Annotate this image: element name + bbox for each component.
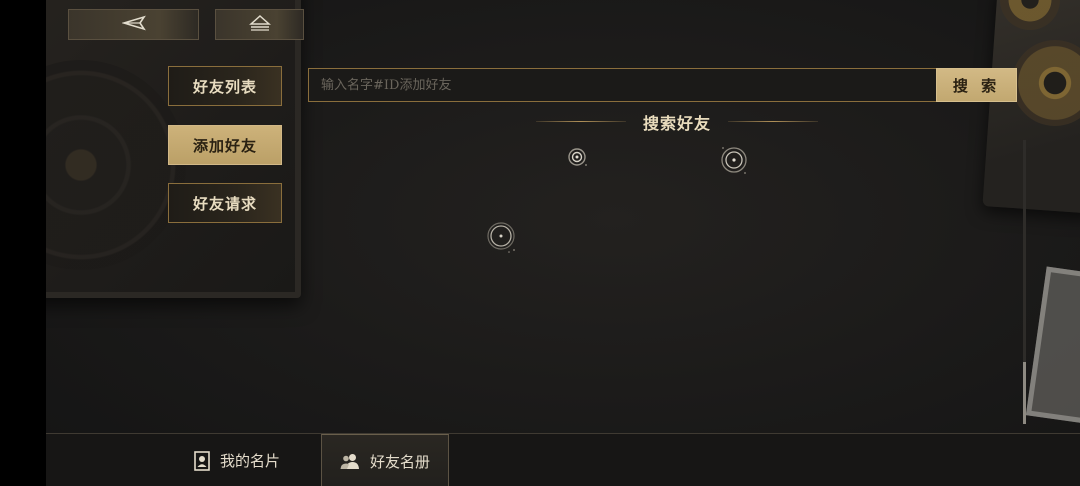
loading-ring-icon: [564, 144, 590, 174]
loading-ring-icon: [717, 143, 751, 181]
back-arrow-icon: [120, 15, 146, 35]
tab-add-friend[interactable]: 添加好友: [168, 125, 282, 165]
users-icon: [340, 453, 360, 469]
search-input[interactable]: [308, 68, 938, 102]
tab-friend-list[interactable]: 好友列表: [168, 66, 282, 106]
background-photo: [1025, 266, 1080, 424]
home-button[interactable]: [215, 9, 304, 40]
tab-friend-roster[interactable]: 好友名册: [321, 434, 449, 486]
title-divider-right: [728, 121, 818, 122]
eject-home-icon: [248, 14, 271, 35]
friends-scene: 好友列表 添加好友 好友请求 搜 索 搜索好友: [46, 0, 1080, 486]
tab-my-card[interactable]: 我的名片: [176, 434, 298, 486]
bottom-nav-bar: 我的名片 好友名册: [46, 433, 1080, 486]
back-button[interactable]: [68, 9, 199, 40]
tab-friend-roster-label: 好友名册: [369, 452, 430, 471]
scrollbar-thumb[interactable]: [1023, 362, 1026, 424]
tab-friend-requests-label: 好友请求: [192, 194, 257, 213]
section-title: 搜索好友: [642, 114, 711, 133]
tab-friend-requests[interactable]: 好友请求: [168, 183, 282, 223]
tab-friend-list-label: 好友列表: [192, 77, 257, 96]
search-button[interactable]: 搜 索: [936, 68, 1017, 102]
tab-my-card-label: 我的名片: [219, 452, 280, 470]
loading-ring-icon: [482, 218, 520, 260]
search-button-label: 搜 索: [952, 76, 1001, 95]
id-card-icon: [194, 450, 210, 471]
screen: 好友列表 添加好友 好友请求 搜 索 搜索好友: [0, 0, 1080, 486]
title-divider-left: [536, 121, 626, 122]
tab-add-friend-label: 添加好友: [192, 136, 257, 155]
